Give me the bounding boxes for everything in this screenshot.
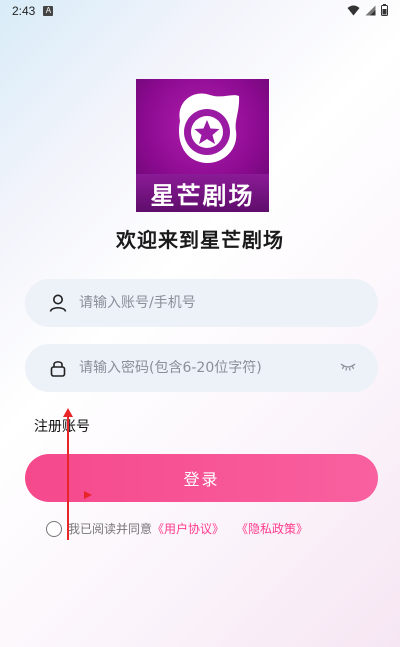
annotation-arrow-line — [67, 412, 69, 540]
battery-icon — [381, 4, 388, 16]
status-time: 2:43 — [12, 4, 36, 18]
agreement-row: 我已阅读并同意 《用户协议》 《隐私政策》 — [46, 520, 308, 537]
status-bar: 2:43 A — [0, 0, 400, 22]
user-icon — [47, 292, 69, 314]
wifi-icon — [347, 5, 360, 15]
password-input[interactable] — [79, 360, 319, 376]
signal-icon — [365, 5, 376, 15]
register-link[interactable]: 注册账号 — [34, 416, 90, 436]
agreement-checkbox[interactable] — [46, 520, 62, 537]
lock-icon — [47, 357, 69, 379]
privacy-policy-link[interactable]: 《隐私政策》 — [236, 520, 308, 537]
account-input[interactable] — [79, 295, 319, 311]
annotation-arrowhead-up — [63, 408, 73, 417]
app-logo: 星芒剧场 — [136, 79, 269, 212]
user-agreement-link[interactable]: 《用户协议》 — [152, 520, 224, 537]
status-icons — [347, 4, 388, 16]
login-button[interactable]: 登录 — [25, 454, 378, 502]
notification-icon: A — [43, 6, 54, 16]
eye-closed-icon[interactable] — [340, 361, 356, 373]
welcome-title: 欢迎来到星芒剧场 — [116, 228, 284, 252]
star-play-logo-icon — [178, 93, 240, 164]
agreement-prefix: 我已阅读并同意 — [68, 522, 153, 536]
account-field[interactable] — [25, 279, 378, 327]
password-field[interactable] — [25, 344, 378, 392]
logo-text: 星芒剧场 — [136, 174, 269, 212]
annotation-arrowhead-right — [84, 491, 92, 499]
